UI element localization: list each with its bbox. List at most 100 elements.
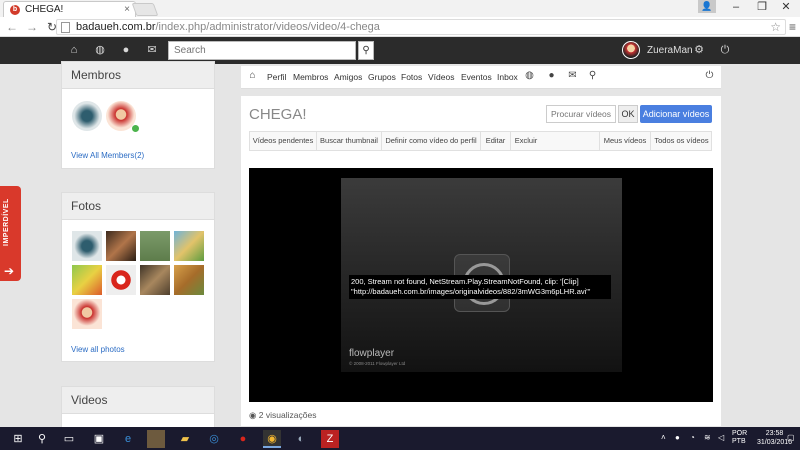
close-window-button[interactable]: ✕ [772, 0, 800, 16]
bookmark-star-icon[interactable]: ☆ [770, 20, 781, 34]
tab-pending-videos[interactable]: Vídeos pendentes [250, 132, 317, 150]
language-indicator[interactable]: POR PTB [732, 430, 747, 446]
view-all-photos-link[interactable]: View all photos [71, 345, 125, 354]
profile-icon[interactable]: 👤 [698, 0, 716, 13]
mail-icon[interactable]: ✉ [566, 70, 579, 84]
notifications-icon[interactable]: ▢ [787, 433, 795, 442]
photo-thumbnail[interactable] [71, 230, 103, 262]
page-title: CHEGA! [249, 106, 307, 123]
video-search-input[interactable] [546, 105, 616, 123]
members-title: Membros [62, 62, 214, 89]
home-icon[interactable]: ⌂ [246, 70, 259, 84]
eye-icon: ◉ [249, 410, 257, 420]
browser-tab[interactable]: b CHEGA! × [3, 1, 136, 17]
minimize-button[interactable]: – [722, 0, 750, 16]
network-icon[interactable]: ◔ [690, 433, 695, 442]
search-icon[interactable]: ⚲ [33, 430, 51, 448]
back-icon[interactable]: ← [4, 20, 20, 34]
photos-panel: Fotos View all photos [61, 192, 215, 362]
side-tab-label: IMPERDÍVEL [3, 198, 10, 246]
power-icon[interactable]: ⏻ [703, 70, 716, 84]
videos-title: Videos [62, 387, 214, 414]
app-tray-icon[interactable]: ● [675, 433, 680, 442]
video-content-panel: CHEGA! OK Adicionar vídeos Vídeos penden… [241, 96, 721, 426]
power-icon[interactable]: ⏻ [717, 42, 733, 58]
mail-icon[interactable]: ✉ [144, 42, 160, 58]
edge-icon[interactable]: e [119, 430, 137, 448]
keyboard-code: PTB [732, 438, 746, 445]
tab-edit[interactable]: Editar [481, 132, 511, 150]
search-icon[interactable]: ⚲ [358, 41, 374, 60]
app-icon[interactable]: ● [234, 430, 252, 448]
url-host: badaueh.com.br [76, 21, 156, 33]
lang-code: POR [732, 430, 748, 437]
tab-delete[interactable]: Excluir [511, 132, 541, 150]
video-player[interactable]: 200, Stream not found, NetStream.Play.St… [249, 168, 713, 402]
steam-icon[interactable]: ◐ [292, 430, 310, 448]
store-icon[interactable]: ▣ [90, 430, 108, 448]
add-videos-button[interactable]: Adicionar vídeos [640, 105, 712, 123]
photo-thumbnail[interactable] [71, 298, 103, 330]
photo-thumbnail[interactable] [105, 264, 137, 296]
tab-close-icon[interactable]: × [124, 4, 130, 15]
home-icon[interactable]: ⌂ [66, 42, 82, 58]
nav-item-amigos[interactable]: Amigos [334, 72, 362, 82]
browser-menu-icon[interactable]: ≡ [789, 20, 796, 34]
wifi-icon[interactable]: ≋ [704, 433, 711, 442]
user-icon[interactable]: ● [118, 42, 134, 58]
arrow-right-icon: ➔ [4, 264, 15, 278]
avatar[interactable] [622, 41, 640, 59]
photo-thumbnail[interactable] [173, 264, 205, 296]
photo-thumbnail[interactable] [139, 264, 171, 296]
video-action-tabs: Vídeos pendentes Buscar thumbnail Defini… [249, 131, 712, 151]
address-bar-row: ← → ↻ badaueh.com.br/index.php/administr… [0, 17, 800, 37]
member-avatar[interactable] [72, 101, 102, 131]
volume-icon[interactable]: ◁ [718, 433, 724, 442]
player-error-message: 200, Stream not found, NetStream.Play.St… [349, 275, 611, 299]
username-label[interactable]: ZueraMan [647, 45, 693, 56]
site-search-input[interactable] [168, 41, 356, 60]
photo-thumbnail[interactable] [139, 230, 171, 262]
nav-item-fotos[interactable]: Fotos [401, 72, 422, 82]
members-panel: Membros View All Members(2) [61, 61, 215, 169]
photo-thumbnail[interactable] [71, 264, 103, 296]
windows-start-icon[interactable]: ⊞ [9, 430, 27, 448]
filezilla-icon[interactable]: Z [321, 430, 339, 448]
ok-button[interactable]: OK [618, 105, 638, 123]
new-tab-button[interactable] [131, 3, 159, 16]
nav-item-videos[interactable]: Vídeos [428, 72, 454, 82]
users-icon[interactable]: ● [545, 70, 558, 84]
search-icon[interactable]: ⚲ [586, 70, 599, 84]
task-view-icon[interactable]: ▭ [60, 430, 78, 448]
photo-thumbnail[interactable] [105, 230, 137, 262]
tab-my-videos[interactable]: Meus vídeos [599, 132, 651, 150]
folder-icon[interactable]: ▰ [176, 430, 194, 448]
url-field[interactable]: badaueh.com.br/index.php/administrator/v… [56, 19, 786, 35]
tab-all-videos[interactable]: Todos os vídeos [651, 132, 712, 150]
nav-item-perfil[interactable]: Perfil [267, 72, 286, 82]
globe-icon[interactable]: ◍ [523, 70, 536, 84]
videos-panel: Videos [61, 386, 215, 430]
tab-set-profile-video[interactable]: Definir como vídeo do perfil [382, 132, 481, 150]
app-icon[interactable] [147, 430, 165, 448]
page-icon [61, 21, 70, 33]
chevron-up-icon[interactable]: ˄ [661, 433, 666, 442]
site-navbar: ⌂ ◍ ● ✉ ⚲ ZueraMan ⚙ ⏻ [0, 37, 800, 64]
imperdivel-side-tab[interactable]: IMPERDÍVEL ➔ [0, 186, 21, 281]
forward-icon[interactable]: → [24, 20, 40, 34]
view-all-members-link[interactable]: View All Members(2) [71, 151, 144, 160]
globe-icon[interactable]: ◍ [92, 42, 108, 58]
nav-item-grupos[interactable]: Grupos [368, 72, 396, 82]
app-icon[interactable]: ◎ [205, 430, 223, 448]
online-status-badge [132, 125, 139, 132]
gear-icon[interactable]: ⚙ [691, 42, 707, 58]
nav-item-inbox[interactable]: Inbox [497, 72, 518, 82]
player-copyright: © 2008-2011 Flowplayer Ltd [349, 361, 406, 366]
nav-item-membros[interactable]: Membros [293, 72, 328, 82]
chrome-icon[interactable]: ◉ [263, 430, 281, 448]
windows-taskbar: ⊞ ⚲ ▭ ▣ e ▰ ◎ ● ◉ ◐ Z ˄ ● ◔ ≋ ◁ POR PTB … [0, 427, 800, 450]
view-count: ◉ 2 visualizações [249, 410, 316, 421]
photo-thumbnail[interactable] [173, 230, 205, 262]
tab-fetch-thumbnail[interactable]: Buscar thumbnail [317, 132, 382, 150]
nav-item-eventos[interactable]: Eventos [461, 72, 492, 82]
